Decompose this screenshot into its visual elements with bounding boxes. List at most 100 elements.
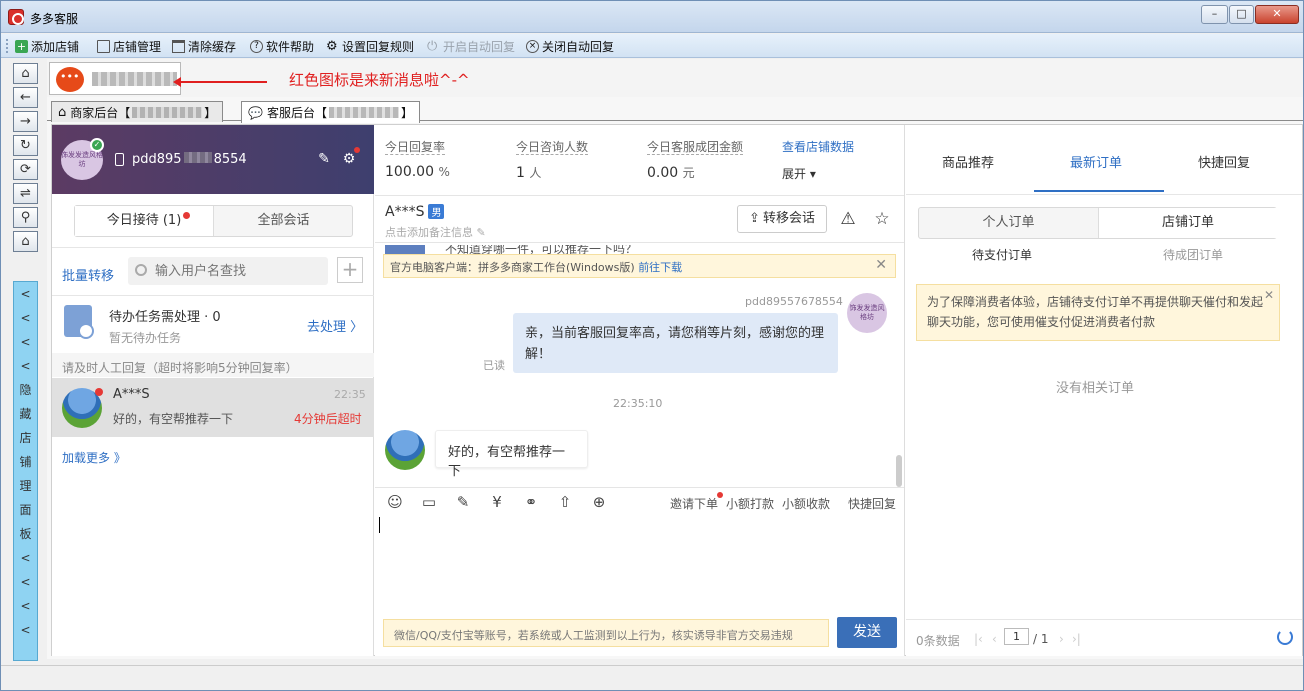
close-notice-icon[interactable]: ✕ bbox=[875, 257, 887, 273]
store-account: pdd895 8554 bbox=[132, 152, 247, 167]
expand-toggle[interactable]: 展开 ▾ bbox=[782, 165, 816, 182]
todo-go-link[interactable]: 去处理 〉 bbox=[307, 316, 363, 335]
unread-dot bbox=[95, 388, 103, 396]
gender-badge: 男 bbox=[428, 204, 445, 219]
conversation-column: 饰发发造风格坊 ✓ pdd895 8554 ✎ ⚙ 今日接待 (1) 全部会话 批… bbox=[52, 125, 374, 656]
swap-button[interactable]: ⇌ bbox=[13, 183, 38, 204]
hide-label-char: < bbox=[20, 287, 31, 301]
warning-icon[interactable]: ⚠ bbox=[838, 209, 858, 229]
timeout-warning: 4分钟后超时 bbox=[294, 412, 362, 426]
tab-service-backend[interactable]: 💬 客服后台【 】 bbox=[241, 101, 420, 123]
record-count: 0条数据 bbox=[916, 634, 960, 648]
hide-label-char: 藏 bbox=[19, 407, 32, 421]
tab-today-reception[interactable]: 今日接待 (1) bbox=[75, 206, 214, 236]
edit-icon[interactable]: ✎ bbox=[316, 151, 332, 167]
tab-pending-group[interactable]: 待成团订单 bbox=[1163, 246, 1223, 263]
close-button[interactable]: ✕ bbox=[1255, 5, 1299, 24]
shop-manage-button[interactable]: 店铺管理 bbox=[97, 38, 161, 54]
reload-button[interactable]: ↻ bbox=[13, 135, 38, 156]
user-search[interactable] bbox=[128, 257, 328, 285]
conversation-item[interactable]: A***S 22:35 好的，有空帮推荐一下 4分钟后超时 bbox=[52, 378, 374, 437]
link-icon[interactable]: ⚭ bbox=[522, 493, 540, 511]
tab-all-conversations[interactable]: 全部会话 bbox=[214, 206, 353, 236]
send-button[interactable]: 发送 bbox=[837, 617, 897, 648]
auto-reply-off-button[interactable]: × 关闭自动回复 bbox=[526, 38, 614, 54]
small-collect-button[interactable]: 小额收款 bbox=[782, 495, 830, 512]
divider bbox=[906, 194, 1302, 195]
auto-reply-on-button[interactable]: ⏻ 开启自动回复 bbox=[427, 38, 515, 54]
invite-order-button[interactable]: 邀请下单 bbox=[670, 495, 718, 512]
tab-pending-payment[interactable]: 待支付订单 bbox=[972, 246, 1032, 263]
tab-service-label: 客服后台【 bbox=[266, 106, 327, 120]
stat-consult-count: 今日咨询人数 1 人 bbox=[516, 138, 589, 181]
agent-avatar: 饰发发造风格坊 bbox=[847, 293, 887, 333]
transfer-conversation-button[interactable]: ⇪ 转移会话 bbox=[737, 205, 827, 233]
add-button[interactable]: + bbox=[337, 257, 363, 283]
tab-personal-orders[interactable]: 个人订单 bbox=[919, 208, 1098, 238]
help-button[interactable]: ? 软件帮助 bbox=[250, 38, 314, 54]
active-tab-indicator bbox=[1034, 190, 1164, 192]
message-input[interactable] bbox=[379, 517, 380, 533]
prev-page-icon[interactable]: ‹ bbox=[992, 632, 997, 646]
hide-label-char: < bbox=[20, 359, 31, 373]
tab-product-recommend[interactable]: 商品推荐 bbox=[942, 152, 994, 171]
next-page-icon[interactable]: › bbox=[1059, 632, 1064, 646]
view-store-data-link[interactable]: 查看店铺数据 bbox=[782, 138, 854, 155]
search-goods-icon[interactable]: ⊕ bbox=[590, 493, 608, 511]
upload-icon[interactable]: ⇧ bbox=[556, 493, 574, 511]
house-nav-button[interactable]: ⌂ bbox=[13, 231, 38, 252]
title-bar: 多多客服 – □ ✕ bbox=[1, 1, 1303, 33]
download-link[interactable]: 前往下载 bbox=[638, 261, 682, 274]
emoji-icon[interactable]: ☺ bbox=[386, 493, 404, 511]
sync-button[interactable]: ⟳ bbox=[13, 159, 38, 180]
hide-label-char: < bbox=[20, 551, 31, 565]
chat-header: A***S 男 点击添加备注信息 ✎ ⇪ 转移会话 ⚠ ☆ bbox=[375, 195, 904, 243]
quick-reply-button[interactable]: 快捷回复 bbox=[848, 495, 896, 512]
minimize-button[interactable]: – bbox=[1201, 5, 1228, 24]
last-page-icon[interactable]: ›| bbox=[1072, 632, 1081, 646]
chat-scrollbar[interactable] bbox=[896, 455, 902, 487]
small-payment-button[interactable]: 小额打款 bbox=[726, 495, 774, 512]
client-download-notice: 官方电脑客户端：拼多多商家工作台(Windows版) 前往下载 ✕ bbox=[383, 254, 896, 278]
back-button[interactable]: ← bbox=[13, 87, 38, 108]
home-icon: ⌂ bbox=[58, 104, 67, 120]
reply-reminder: 请及时人工回复（超时将影响5分钟回复率） bbox=[52, 353, 374, 377]
coupon-icon[interactable]: ¥ bbox=[488, 493, 506, 511]
clear-cache-button[interactable]: 清除缓存 bbox=[172, 38, 236, 54]
edit-note-icon[interactable]: ✎ bbox=[454, 493, 472, 511]
tab-latest-orders[interactable]: 最新订单 bbox=[1070, 152, 1122, 171]
tab-service-end: 】 bbox=[400, 106, 413, 120]
forward-button[interactable]: → bbox=[13, 111, 38, 132]
arrow-left-icon bbox=[173, 77, 267, 87]
load-more-link[interactable]: 加载更多 》 bbox=[62, 449, 126, 466]
main-toolbar: + 添加店铺 店铺管理 清除缓存 ? 软件帮助 ⚙ 设置回复规则 ⏻ 开启自动回… bbox=[1, 34, 1303, 58]
search-nav-button[interactable]: ⚲ bbox=[13, 207, 38, 228]
hide-shop-panel-toggle[interactable]: < < < < 隐 藏 店 铺 理 面 板 < < < < bbox=[13, 281, 38, 661]
page-input[interactable]: 1 bbox=[1004, 628, 1029, 645]
home-nav-button[interactable]: ⌂ bbox=[13, 63, 38, 84]
tab-merchant-backend[interactable]: ⌂ 商家后台【 】 bbox=[51, 101, 224, 122]
maximize-button[interactable]: □ bbox=[1229, 5, 1254, 24]
customer-name: A***S 男 bbox=[385, 204, 445, 220]
window-title: 多多客服 bbox=[30, 12, 79, 26]
search-input[interactable] bbox=[155, 262, 320, 280]
refresh-icon[interactable] bbox=[1277, 629, 1293, 645]
order-type-switch: 个人订单 店铺订单 bbox=[918, 207, 1277, 239]
search-icon bbox=[135, 264, 147, 276]
close-notice-icon[interactable]: ✕ bbox=[1264, 285, 1274, 305]
settings-icon[interactable]: ⚙ bbox=[341, 151, 357, 167]
shop-tab[interactable] bbox=[49, 62, 181, 95]
add-remark-link[interactable]: 点击添加备注信息 ✎ bbox=[385, 224, 486, 240]
first-page-icon[interactable]: |‹ bbox=[974, 632, 983, 646]
reply-rules-button[interactable]: ⚙ 设置回复规则 bbox=[326, 38, 414, 54]
customer-name-text: A***S bbox=[385, 204, 425, 220]
image-icon[interactable]: ▭ bbox=[420, 493, 438, 511]
conversation-name: A***S bbox=[113, 387, 150, 402]
add-shop-button[interactable]: + 添加店铺 bbox=[15, 38, 79, 54]
tab-quick-reply[interactable]: 快捷回复 bbox=[1198, 152, 1250, 171]
star-icon[interactable]: ☆ bbox=[872, 209, 892, 229]
store-id-end: 8554 bbox=[213, 152, 247, 167]
bulk-transfer-link[interactable]: 批量转移 bbox=[62, 265, 114, 284]
document-icon bbox=[97, 39, 110, 53]
tab-shop-orders[interactable]: 店铺订单 bbox=[1098, 208, 1277, 238]
